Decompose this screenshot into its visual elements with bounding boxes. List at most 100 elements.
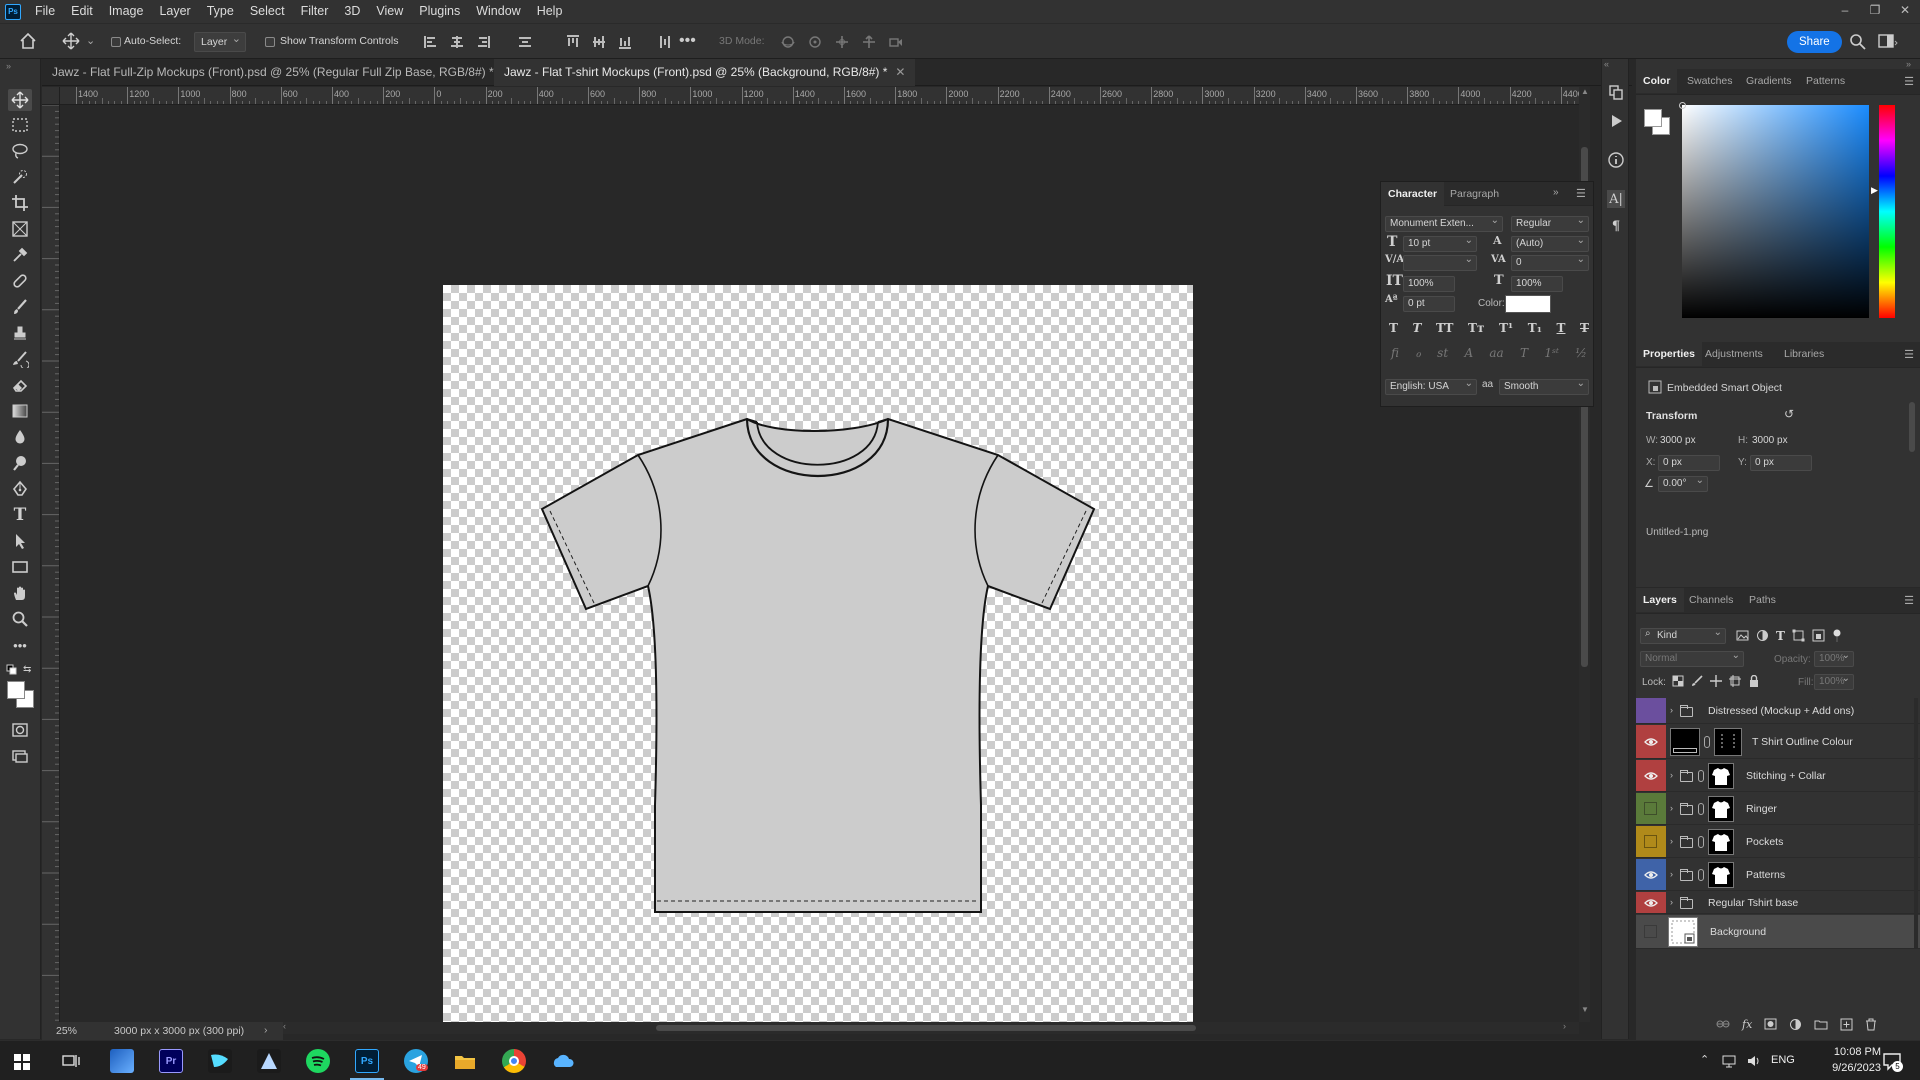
- foreground-color-swatch[interactable]: [7, 681, 25, 699]
- task-view-icon[interactable]: [62, 1052, 80, 1070]
- screen-mode-icon[interactable]: [8, 745, 32, 767]
- layer-name[interactable]: Regular Tshirt base: [1708, 897, 1798, 909]
- lock-pixels-icon[interactable]: [1691, 675, 1703, 687]
- move-tool-icon[interactable]: [8, 89, 32, 111]
- tool-preset-chevron-icon[interactable]: ⌄: [86, 34, 95, 47]
- filter-type-icon[interactable]: T: [1776, 629, 1785, 643]
- app-icon-4[interactable]: [257, 1049, 281, 1073]
- color-picker-cursor[interactable]: [1679, 102, 1686, 109]
- search-icon[interactable]: [1849, 33, 1867, 51]
- volume-icon[interactable]: [1746, 1053, 1762, 1069]
- tab-tshirt-mockup[interactable]: Jawz - Flat T-shirt Mockups (Front).psd …: [494, 59, 916, 86]
- subscript-icon[interactable]: T₁: [1528, 321, 1542, 335]
- layer-mask-link-icon[interactable]: [1704, 736, 1710, 748]
- eyedropper-tool-icon[interactable]: [8, 244, 32, 266]
- horizontal-scrollbar[interactable]: ‹ ›: [283, 1021, 1579, 1034]
- layer-row-regular-tshirt-base[interactable]: › Regular Tshirt base: [1636, 892, 1920, 914]
- app-icon-cloud[interactable]: [551, 1049, 575, 1073]
- layers-panel-menu-icon[interactable]: ☰: [1904, 594, 1914, 607]
- marquee-tool-icon[interactable]: [8, 114, 32, 136]
- align-right-icon[interactable]: [475, 34, 491, 50]
- rectangle-tool-icon[interactable]: [8, 556, 32, 578]
- language-dropdown[interactable]: English: USA: [1385, 377, 1477, 395]
- chrome-icon[interactable]: [502, 1049, 526, 1073]
- align-left-icon[interactable]: [423, 34, 439, 50]
- layer-name[interactable]: Patterns: [1746, 869, 1785, 881]
- expand-group-chevron-icon[interactable]: ›: [1670, 770, 1673, 780]
- layer-style-fx-icon[interactable]: fx: [1742, 1018, 1752, 1031]
- baseline-shift-field[interactable]: 0 pt: [1403, 296, 1455, 312]
- text-color-swatch[interactable]: [1505, 295, 1551, 313]
- quick-selection-tool-icon[interactable]: [8, 166, 32, 188]
- ligatures-icon[interactable]: ﬁ: [1391, 346, 1399, 360]
- link-layers-icon[interactable]: [1716, 1018, 1730, 1031]
- collapse-toolbar-icon[interactable]: »: [6, 61, 11, 71]
- show-hidden-icons-icon[interactable]: ⌃: [1700, 1053, 1709, 1066]
- layer-row-pockets[interactable]: › Pockets: [1636, 826, 1920, 858]
- distribute-icon[interactable]: [517, 34, 533, 50]
- expand-group-chevron-icon[interactable]: ›: [1670, 836, 1673, 846]
- fill-field[interactable]: 100%: [1814, 672, 1854, 690]
- menu-image[interactable]: Image: [101, 0, 152, 23]
- document-canvas[interactable]: [443, 285, 1193, 1022]
- visibility-off-box[interactable]: [1644, 925, 1657, 938]
- tab-libraries[interactable]: Libraries: [1777, 342, 1831, 366]
- network-icon[interactable]: [1722, 1053, 1738, 1069]
- taskbar-time[interactable]: 10:08 PM: [1821, 1046, 1881, 1058]
- history-brush-tool-icon[interactable]: [8, 348, 32, 370]
- hand-tool-icon[interactable]: [8, 582, 32, 604]
- menu-type[interactable]: Type: [199, 0, 242, 23]
- tab-channels[interactable]: Channels: [1682, 588, 1740, 612]
- workspace-icon[interactable]: [1878, 33, 1898, 51]
- collapse-strip-icon[interactable]: «: [1604, 59, 1609, 69]
- paragraph-panel-icon[interactable]: ¶: [1607, 217, 1625, 235]
- app-icon-3[interactable]: [208, 1049, 232, 1073]
- layer-name[interactable]: Background: [1710, 926, 1766, 938]
- anti-alias-dropdown[interactable]: Smooth: [1499, 377, 1589, 395]
- properties-panel-menu-icon[interactable]: ☰: [1904, 348, 1914, 361]
- fractions-icon[interactable]: ½: [1575, 346, 1587, 360]
- status-menu-chevron-icon[interactable]: ›: [264, 1024, 268, 1036]
- filter-adjustment-icon[interactable]: [1756, 629, 1769, 643]
- layer-mask-link-icon[interactable]: [1698, 836, 1704, 848]
- visibility-off-box[interactable]: [1644, 835, 1657, 848]
- lock-artboard-icon[interactable]: [1729, 675, 1741, 687]
- 3d-orbit-icon[interactable]: [780, 34, 796, 50]
- share-button[interactable]: Share: [1787, 31, 1842, 53]
- blend-mode-dropdown[interactable]: Normal: [1640, 649, 1744, 667]
- 3d-slide-icon[interactable]: [861, 34, 877, 50]
- more-options-icon[interactable]: •••: [679, 32, 696, 50]
- reset-transform-icon[interactable]: ↺: [1784, 407, 1794, 421]
- tab-layers[interactable]: Layers: [1636, 588, 1684, 612]
- align-top-icon[interactable]: [565, 34, 581, 50]
- x-position-field[interactable]: 0 px: [1658, 455, 1720, 471]
- visibility-eye-icon[interactable]: [1644, 896, 1658, 910]
- y-position-field[interactable]: 0 px: [1750, 455, 1812, 471]
- layer-mask-link-icon[interactable]: [1698, 803, 1704, 815]
- opacity-field[interactable]: 100%: [1814, 649, 1854, 667]
- tab-gradients[interactable]: Gradients: [1739, 69, 1799, 93]
- pen-tool-icon[interactable]: [8, 478, 32, 500]
- windows-start-icon[interactable]: [14, 1054, 30, 1070]
- zoom-level[interactable]: 25%: [56, 1025, 77, 1037]
- tab-full-zip-mockup[interactable]: Jawz - Flat Full-Zip Mockups (Front).psd…: [42, 59, 522, 86]
- auto-select-checkbox[interactable]: [111, 37, 121, 47]
- expand-group-chevron-icon[interactable]: ›: [1670, 803, 1673, 813]
- vertical-scale-field[interactable]: 100%: [1403, 276, 1455, 292]
- edit-toolbar-icon[interactable]: •••: [8, 634, 32, 656]
- color-picker-field[interactable]: [1679, 102, 1869, 318]
- history-icon[interactable]: [1607, 83, 1625, 101]
- tab-paths[interactable]: Paths: [1742, 588, 1783, 612]
- scroll-down-icon[interactable]: ▼: [1581, 1005, 1589, 1014]
- tab-swatches[interactable]: Swatches: [1680, 69, 1740, 93]
- 3d-pan-icon[interactable]: [834, 34, 850, 50]
- align-bottom-icon[interactable]: [617, 34, 633, 50]
- lock-transparent-icon[interactable]: [1672, 675, 1684, 687]
- height-value[interactable]: 3000 px: [1752, 435, 1788, 446]
- visibility-eye-icon[interactable]: [1644, 769, 1658, 783]
- font-style-dropdown[interactable]: Regular: [1511, 214, 1589, 232]
- layer-row-ringer[interactable]: › Ringer: [1636, 793, 1920, 825]
- hue-slider-pointer-icon[interactable]: ▶: [1871, 185, 1878, 196]
- tab-properties[interactable]: Properties: [1636, 342, 1702, 366]
- layer-row-patterns[interactable]: › Patterns: [1636, 859, 1920, 891]
